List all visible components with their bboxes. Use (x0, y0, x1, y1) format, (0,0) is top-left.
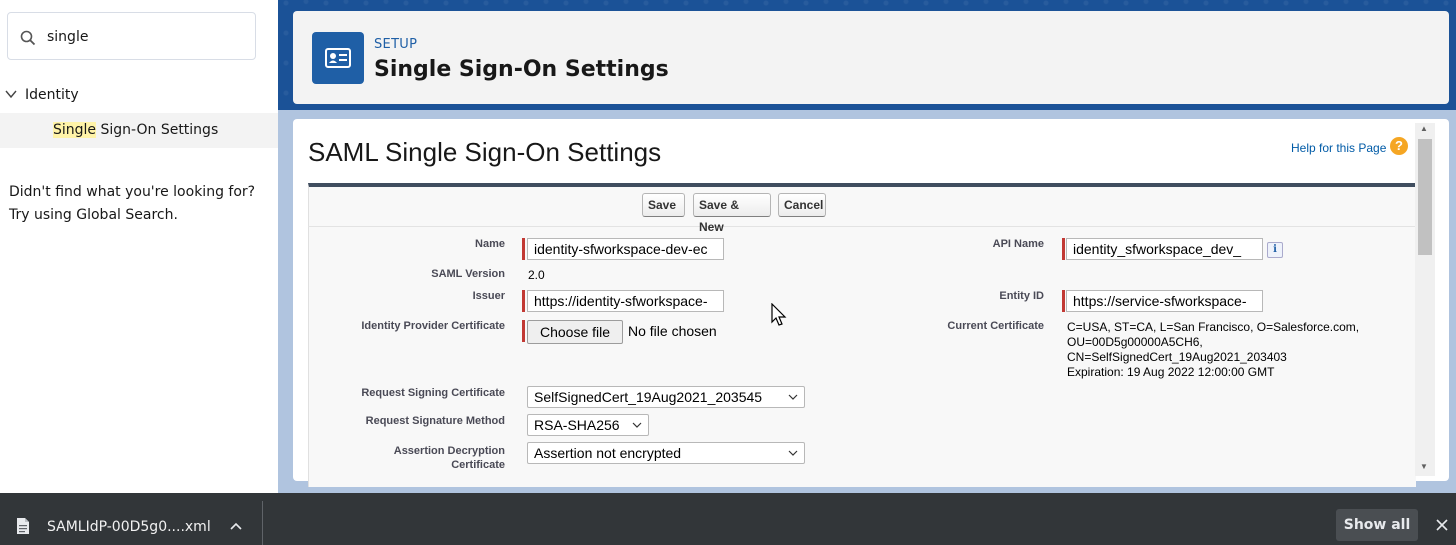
issuer-label: Issuer (472, 290, 505, 302)
tree-item-label-rest: Sign-On Settings (96, 122, 219, 138)
scrollbar-thumb[interactable] (1418, 139, 1432, 255)
no-results-line: Didn't find what you're looking for? (9, 184, 256, 200)
help-icon[interactable]: ? (1390, 137, 1408, 155)
info-icon[interactable]: i (1267, 242, 1283, 258)
close-icon[interactable] (1435, 518, 1449, 532)
quick-find-input[interactable] (45, 23, 239, 51)
issuer-input[interactable]: https://identity-sfworkspace- (527, 290, 724, 312)
button-row-divider (308, 226, 1415, 227)
tree-node-label: Identity (25, 87, 79, 103)
required-indicator (522, 320, 525, 342)
identity-card-icon (312, 32, 364, 84)
request-signature-method-select[interactable]: RSA-SHA256 (527, 414, 649, 436)
cancel-button[interactable]: Cancel (778, 193, 826, 217)
select-value: SelfSignedCert_19Aug2021_203545 (534, 389, 763, 405)
label-line: Certificate (451, 459, 505, 471)
save-button[interactable]: Save (642, 193, 685, 217)
name-input[interactable]: identity-sfworkspace-dev-ec (527, 238, 724, 260)
required-indicator (522, 290, 525, 312)
divider (262, 501, 263, 545)
required-indicator (522, 238, 525, 260)
saml-settings-title: SAML Single Sign-On Settings (308, 137, 662, 167)
cert-line: C=USA, ST=CA, L=San Francisco, O=Salesfo… (1067, 320, 1360, 334)
saml-version-label: SAML Version (431, 268, 505, 280)
chevron-down-icon (788, 450, 798, 456)
saml-version-value: 2.0 (528, 268, 545, 282)
label-line: Assertion Decryption (393, 445, 505, 457)
required-indicator (1062, 290, 1065, 312)
cert-line: CN=SelfSignedCert_19Aug2021_203403 (1067, 350, 1287, 364)
global-search-hint: Try using Global Search. (9, 207, 178, 223)
search-match-highlight: Single (53, 122, 97, 138)
show-all-button[interactable]: Show all (1336, 509, 1418, 541)
name-label: Name (475, 238, 505, 250)
help-for-page-link[interactable]: Help for this Page (1291, 141, 1386, 155)
save-and-new-button[interactable]: Save & New (693, 193, 771, 234)
entity-id-input[interactable]: https://service-sfworkspace- (1066, 290, 1263, 312)
tree-item-label: Single Sign-On Settings (53, 122, 218, 138)
scroll-down-arrow-icon[interactable]: ▼ (1420, 462, 1428, 471)
quick-find-search[interactable] (7, 12, 256, 60)
idp-certificate-label: Identity Provider Certificate (361, 320, 505, 332)
select-value: RSA-SHA256 (534, 417, 620, 433)
search-icon (20, 30, 36, 46)
entity-id-label: Entity ID (999, 290, 1044, 302)
file-chosen-status: No file chosen (628, 323, 717, 339)
current-certificate-value: C=USA, ST=CA, L=San Francisco, O=Salesfo… (1067, 320, 1359, 380)
tree-node-identity[interactable]: Identity (0, 84, 278, 108)
chevron-down-icon (788, 394, 798, 400)
choose-file-button[interactable]: Choose file (527, 320, 623, 344)
tree-item-single-sign-on-settings[interactable]: Single Sign-On Settings (0, 113, 278, 148)
file-icon (17, 518, 29, 534)
request-signing-certificate-select[interactable]: SelfSignedCert_19Aug2021_203545 (527, 386, 805, 408)
chevron-down-icon (632, 422, 642, 428)
breadcrumb[interactable]: SETUP (374, 37, 417, 52)
chevron-down-icon[interactable] (4, 87, 18, 101)
page-title: Single Sign-On Settings (374, 57, 669, 82)
current-certificate-label: Current Certificate (947, 320, 1044, 332)
cert-line: OU=00D5g00000A5CH6, (1067, 335, 1203, 349)
download-file-name[interactable]: SAMLIdP-00D5g0....xml (47, 519, 211, 535)
assertion-decryption-certificate-select[interactable]: Assertion not encrypted (527, 442, 805, 464)
assertion-decryption-certificate-label: Assertion Decryption Certificate (300, 444, 505, 472)
api-name-input[interactable]: identity_sfworkspace_dev_ (1066, 238, 1263, 260)
setup-sidebar: Identity Single Sign-On Settings Didn't … (0, 0, 278, 493)
cert-expiration: Expiration: 19 Aug 2022 12:00:00 GMT (1067, 365, 1275, 379)
chevron-up-icon[interactable] (229, 521, 243, 531)
required-indicator (1062, 238, 1065, 260)
select-value: Assertion not encrypted (534, 445, 682, 461)
mouse-cursor-icon (771, 303, 787, 326)
scroll-up-arrow-icon[interactable]: ▲ (1420, 124, 1428, 133)
no-results-hint: Didn't find what you're looking for? Try… (9, 181, 255, 227)
request-signature-method-label: Request Signature Method (365, 415, 505, 427)
request-signing-certificate-label: Request Signing Certificate (361, 387, 505, 399)
api-name-label: API Name (992, 238, 1044, 250)
